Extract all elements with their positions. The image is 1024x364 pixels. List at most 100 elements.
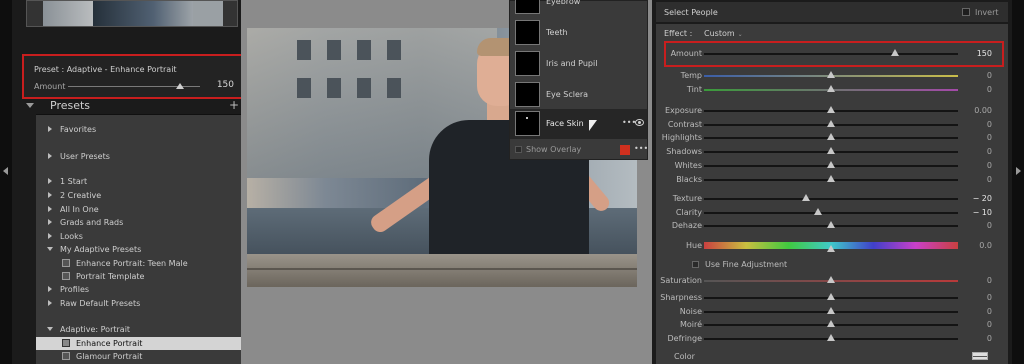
preset-item[interactable]: Glamour Portrait bbox=[36, 350, 241, 363]
slider-track[interactable] bbox=[704, 53, 958, 55]
color-swatch-icon[interactable] bbox=[972, 352, 988, 360]
slider-value[interactable]: 0 bbox=[987, 293, 992, 302]
preset-group[interactable]: Looks bbox=[36, 230, 241, 243]
preset-group[interactable]: All In One bbox=[36, 203, 241, 216]
expand-arrow-icon bbox=[48, 192, 52, 198]
slider-value[interactable]: 0 bbox=[987, 307, 992, 316]
preset-group[interactable]: My Adaptive Presets bbox=[36, 243, 241, 256]
face-part-item[interactable]: Face Skin ••• bbox=[510, 109, 647, 139]
slider-handle[interactable] bbox=[827, 175, 835, 182]
slider-saturation[interactable]: Saturation 0 bbox=[656, 274, 1008, 287]
slider-handle[interactable] bbox=[827, 320, 835, 327]
preset-group[interactable]: Adaptive: Portrait bbox=[36, 323, 241, 336]
presets-list: Favorites User Presets 1 Start 2 Creative Al… bbox=[36, 114, 241, 364]
slider-value[interactable]: 0 bbox=[987, 161, 992, 170]
slider-handle[interactable] bbox=[827, 106, 835, 113]
invert-checkbox[interactable] bbox=[962, 8, 970, 16]
slider-exposure[interactable]: Exposure 0.00 bbox=[656, 104, 1008, 117]
slider-dehaze[interactable]: Dehaze 0 bbox=[656, 219, 1008, 232]
slider-whites[interactable]: Whites 0 bbox=[656, 159, 1008, 172]
fine-adjustment-checkbox[interactable] bbox=[692, 261, 699, 268]
slider-defringe[interactable]: Defringe 0 bbox=[656, 332, 1008, 345]
slider-handle[interactable] bbox=[827, 71, 835, 78]
navigator-preview[interactable] bbox=[26, 0, 238, 27]
slider-texture[interactable]: Texture − 20 bbox=[656, 192, 1008, 205]
slider-value[interactable]: − 10 bbox=[973, 208, 992, 217]
slider-value[interactable]: 0.00 bbox=[974, 106, 992, 115]
face-part-item[interactable]: Teeth bbox=[510, 18, 647, 48]
slider-moir[interactable]: Moiré 0 bbox=[656, 318, 1008, 331]
slider-clarity[interactable]: Clarity − 10 bbox=[656, 206, 1008, 219]
slider-track[interactable] bbox=[704, 212, 958, 214]
face-part-item[interactable]: Eye Sclera bbox=[510, 80, 647, 110]
slider-amount[interactable]: Amount 150 bbox=[656, 47, 1008, 60]
preset-item[interactable]: Enhance Portrait bbox=[36, 337, 241, 350]
slider-value[interactable]: − 20 bbox=[973, 194, 992, 203]
show-overlay-checkbox[interactable] bbox=[515, 146, 522, 153]
effect-dropdown[interactable]: Custom ⌄ bbox=[704, 29, 743, 38]
slider-handle[interactable] bbox=[890, 49, 899, 56]
slider-shadows[interactable]: Shadows 0 bbox=[656, 145, 1008, 158]
slider-value[interactable]: 0.0 bbox=[979, 241, 992, 250]
slider-tint[interactable]: Tint 0 bbox=[656, 83, 1008, 96]
preset-icon bbox=[62, 352, 70, 360]
left-panel-toggle[interactable] bbox=[0, 0, 12, 364]
slider-value[interactable]: 0 bbox=[987, 320, 992, 329]
slider-handle[interactable] bbox=[801, 194, 810, 201]
slider-value[interactable]: 0 bbox=[987, 276, 992, 285]
slider-value[interactable]: 150 bbox=[977, 49, 992, 58]
slider-handle[interactable] bbox=[827, 133, 835, 140]
slider-noise[interactable]: Noise 0 bbox=[656, 305, 1008, 318]
photo-window bbox=[357, 40, 371, 60]
slider-sharpness[interactable]: Sharpness 0 bbox=[656, 291, 1008, 304]
preset-item[interactable]: Portrait Template bbox=[36, 270, 241, 283]
slider-value[interactable]: 0 bbox=[987, 133, 992, 142]
face-part-item[interactable]: Eyebrow bbox=[510, 0, 647, 17]
slider-label: Texture bbox=[672, 194, 702, 203]
preset-group[interactable]: Favorites bbox=[36, 123, 241, 136]
visibility-eye-icon[interactable] bbox=[635, 119, 644, 126]
preset-group[interactable]: 2 Creative bbox=[36, 189, 241, 202]
fine-adjustment-row[interactable]: Use Fine Adjustment bbox=[692, 260, 787, 269]
slider-handle[interactable] bbox=[814, 208, 823, 215]
slider-handle[interactable] bbox=[827, 85, 835, 92]
slider-track[interactable] bbox=[704, 198, 958, 200]
slider-hue[interactable]: Hue 0.0 bbox=[656, 239, 1008, 252]
slider-blacks[interactable]: Blacks 0 bbox=[656, 173, 1008, 186]
slider-temp[interactable]: Temp 0 bbox=[656, 69, 1008, 82]
preset-group[interactable]: User Presets bbox=[36, 150, 241, 163]
add-preset-icon[interactable]: + bbox=[229, 98, 239, 112]
slider-handle[interactable] bbox=[827, 276, 835, 283]
slider-contrast[interactable]: Contrast 0 bbox=[656, 118, 1008, 131]
slider-handle[interactable] bbox=[827, 307, 835, 314]
face-part-thumbnail bbox=[515, 51, 540, 76]
slider-value[interactable]: 0 bbox=[987, 147, 992, 156]
preset-group[interactable]: Raw Default Presets bbox=[36, 297, 241, 310]
preset-item[interactable]: Enhance Portrait: Teen Male bbox=[36, 257, 241, 270]
slider-value[interactable]: 0 bbox=[987, 175, 992, 184]
slider-handle[interactable] bbox=[827, 147, 835, 154]
preset-group[interactable]: Profiles bbox=[36, 283, 241, 296]
slider-value[interactable]: 0 bbox=[987, 85, 992, 94]
slider-handle[interactable] bbox=[827, 245, 835, 252]
slider-value[interactable]: 0 bbox=[987, 221, 992, 230]
right-panel-toggle[interactable] bbox=[1012, 0, 1024, 364]
slider-handle[interactable] bbox=[827, 293, 835, 300]
slider-handle[interactable] bbox=[827, 161, 835, 168]
slider-handle[interactable] bbox=[827, 120, 835, 127]
slider-handle[interactable] bbox=[827, 334, 835, 341]
presets-panel-header[interactable]: Presets + bbox=[22, 98, 241, 113]
slider-highlights[interactable]: Highlights 0 bbox=[656, 131, 1008, 144]
overlay-more-icon[interactable]: ••• bbox=[634, 144, 648, 153]
slider-value[interactable]: 0 bbox=[987, 71, 992, 80]
preset-group[interactable]: 1 Start bbox=[36, 175, 241, 188]
slider-handle[interactable] bbox=[827, 221, 835, 228]
preset-group[interactable]: Grads and Rads bbox=[36, 216, 241, 229]
slider-value[interactable]: 0 bbox=[987, 120, 992, 129]
slider-label: Temp bbox=[680, 71, 702, 80]
overlay-color-swatch[interactable] bbox=[620, 145, 630, 155]
preset-amount-slider-handle[interactable] bbox=[176, 83, 185, 89]
preset-amount-value[interactable]: 150 bbox=[217, 80, 234, 90]
face-part-item[interactable]: Iris and Pupil bbox=[510, 49, 647, 79]
slider-value[interactable]: 0 bbox=[987, 334, 992, 343]
